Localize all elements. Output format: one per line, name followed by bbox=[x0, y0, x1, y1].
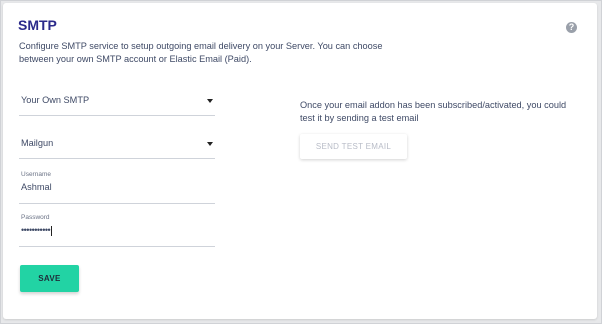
smtp-card: SMTP ? Configure SMTP service to setup o… bbox=[3, 3, 597, 319]
send-test-email-button[interactable]: SEND TEST EMAIL bbox=[300, 134, 407, 159]
section-title: SMTP bbox=[18, 17, 57, 33]
smtp-type-value: Your Own SMTP bbox=[21, 95, 90, 105]
smtp-type-select[interactable]: Your Own SMTP bbox=[19, 91, 215, 116]
test-email-info: Once your email addon has been subscribe… bbox=[300, 100, 567, 123]
username-label: Username bbox=[21, 171, 51, 178]
app-frame: SMTP ? Configure SMTP service to setup o… bbox=[0, 0, 602, 324]
password-field: Password ••••••••••• bbox=[19, 214, 215, 247]
username-field: Username bbox=[19, 171, 215, 204]
text-cursor bbox=[51, 225, 53, 236]
password-input[interactable]: ••••••••••• bbox=[21, 225, 53, 236]
help-icon[interactable]: ? bbox=[566, 22, 577, 33]
provider-select[interactable]: Mailgun bbox=[19, 134, 215, 159]
password-label: Password bbox=[21, 214, 50, 221]
caret-down-icon bbox=[207, 99, 213, 103]
password-masked-value: ••••••••••• bbox=[21, 225, 51, 235]
caret-down-icon bbox=[207, 142, 213, 146]
provider-value: Mailgun bbox=[21, 138, 54, 148]
section-description: Configure SMTP service to setup outgoing… bbox=[19, 41, 383, 64]
username-input[interactable] bbox=[21, 182, 211, 192]
save-button[interactable]: SAVE bbox=[20, 265, 79, 292]
